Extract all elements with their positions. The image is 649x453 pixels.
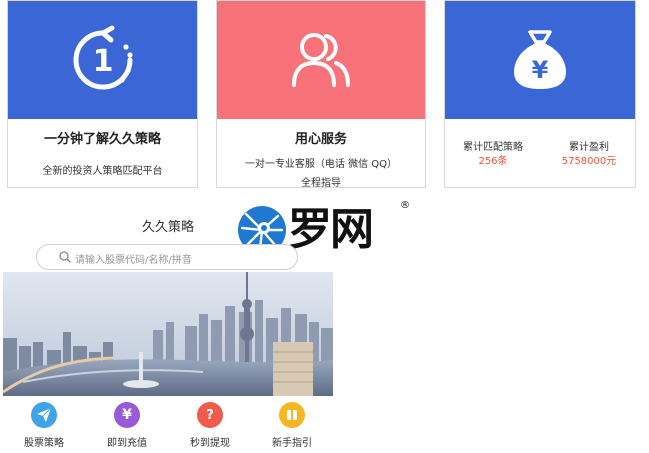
card-description: 全新的投资人策略匹配平台 (42, 166, 163, 177)
question-icon: ? (197, 402, 223, 428)
stat-value: 256条 (478, 156, 508, 167)
card-title: 一分钟了解久久策略 (43, 132, 161, 147)
menu-guide[interactable]: 新手指引 (262, 402, 322, 449)
menu-label: 股票策略 (24, 438, 64, 449)
stat-value: 5758000元 (561, 156, 617, 167)
stat-matched-strategies: 累计匹配策略 256条 (445, 141, 541, 169)
card-banner (217, 1, 425, 119)
menu-label: 秒到提现 (190, 438, 230, 449)
clock-one-minute-icon: 1 (73, 25, 133, 90)
card-learn-strategy[interactable]: 1 一分钟了解久久策略 全新的投资人策略匹配平台 (7, 0, 198, 188)
stat-label: 累计盈利 (569, 142, 609, 153)
card-title: 用心服务 (294, 132, 347, 147)
svg-text:1: 1 (92, 44, 113, 79)
watermark-text: 罗网 (288, 204, 374, 255)
menu-recharge[interactable]: ¥ 即到充值 (97, 402, 157, 449)
search-icon (59, 251, 71, 263)
money-bag-icon: ¥ (514, 30, 566, 89)
card-service[interactable]: 用心服务 一对一专业客服（电话 微信 QQ） 全程指导 (216, 0, 426, 188)
yen-icon: ¥ (114, 402, 140, 428)
search-input[interactable]: 请输入股票代码/名称/拼音 (36, 244, 298, 270)
card-banner: 1 (8, 1, 197, 119)
stat-total-profit: 累计盈利 5758000元 (541, 141, 635, 169)
menu-withdraw[interactable]: ? 秒到提现 (180, 402, 240, 449)
card-description: 一对一专业客服（电话 微信 QQ） (244, 159, 398, 170)
card-description-2: 全程指导 (301, 178, 341, 188)
card-banner: ¥ (445, 1, 635, 119)
menu-stock-strategy[interactable]: 股票策略 (14, 402, 74, 449)
menu-label: 新手指引 (272, 438, 312, 449)
registered-mark: ® (400, 200, 410, 211)
svg-text:¥: ¥ (532, 56, 549, 84)
card-stats[interactable]: ¥ 累计匹配策略 256条 累计盈利 5758000元 (444, 0, 636, 188)
section-title: 久久策略 (142, 220, 195, 235)
book-icon (279, 402, 305, 428)
menu-label: 即到充值 (107, 438, 147, 449)
paper-plane-icon (31, 402, 57, 428)
search-placeholder: 请输入股票代码/名称/拼音 (75, 255, 192, 266)
users-icon (292, 33, 350, 87)
stat-label: 累计匹配策略 (463, 142, 523, 153)
